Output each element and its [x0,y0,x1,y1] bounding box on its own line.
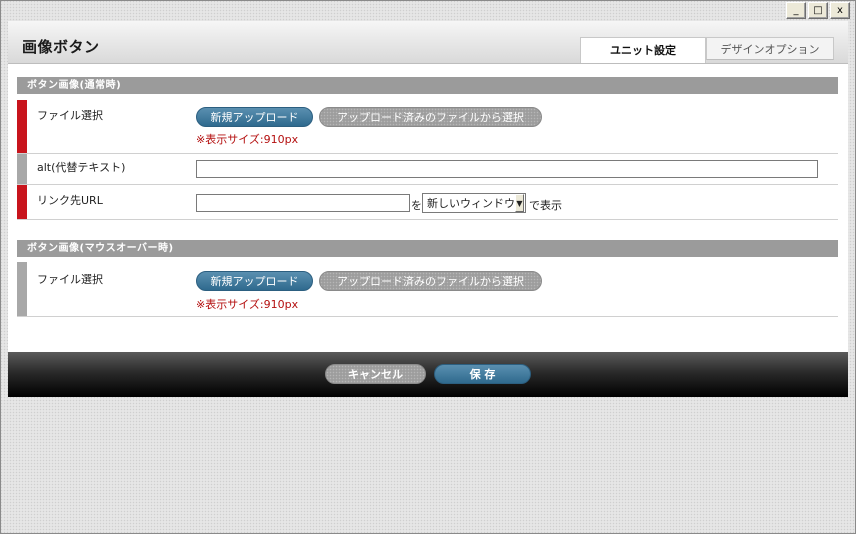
choose-uploaded-file-button[interactable]: アップロード済みのファイルから選択 [319,271,542,291]
display-size-note: ※表示サイズ:910px [196,133,299,146]
link-url-input[interactable] [196,194,410,212]
required-marker [17,185,27,219]
choose-uploaded-file-button[interactable]: アップロード済みのファイルから選択 [319,107,542,127]
optional-marker [17,262,27,316]
required-marker [17,100,27,153]
new-upload-button[interactable]: 新規アップロード [196,107,313,127]
close-button[interactable]: x [830,2,850,19]
section-header-hover: ボタン画像(マウスオーバー時) [17,240,838,257]
optional-marker [17,154,27,184]
row-link-url: リンク先URL を 新しいウィンドウ ▼ で表示 [17,185,838,220]
url-connector-text: を [411,199,422,212]
alt-text-input[interactable] [196,160,818,178]
chevron-down-icon[interactable]: ▼ [515,194,524,212]
cancel-button[interactable]: キャンセル [325,364,426,384]
tab-design-options[interactable]: デザインオプション [706,37,834,60]
row-alt-text: alt(代替テキスト) [17,154,838,185]
file-select-label: ファイル選択 [37,109,103,122]
dialog-footer: キャンセル 保 存 [8,352,848,397]
save-button[interactable]: 保 存 [434,364,531,384]
row-file-select-normal: ファイル選択 新規アップロード アップロード済みのファイルから選択 ※表示サイズ… [17,100,838,154]
link-target-value: 新しいウィンドウ [427,197,515,210]
dialog-header: 画像ボタン ユニット設定 デザインオプション [8,21,848,64]
section-header-normal: ボタン画像(通常時) [17,77,838,94]
row-file-select-hover: ファイル選択 新規アップロード アップロード済みのファイルから選択 ※表示サイズ… [17,262,838,317]
alt-text-label: alt(代替テキスト) [37,161,126,174]
display-size-note: ※表示サイズ:910px [196,298,299,311]
minimize-button[interactable]: _ [786,2,806,19]
link-target-select[interactable]: 新しいウィンドウ ▼ [422,193,526,213]
new-upload-button[interactable]: 新規アップロード [196,271,313,291]
tab-unit-settings[interactable]: ユニット設定 [580,37,706,63]
page-title: 画像ボタン [22,38,100,56]
window-controls: _ □ x [786,2,850,19]
maximize-button[interactable]: □ [808,2,828,19]
file-select-label: ファイル選択 [37,273,103,286]
link-url-label: リンク先URL [37,194,103,207]
link-target-suffix: で表示 [529,199,562,212]
